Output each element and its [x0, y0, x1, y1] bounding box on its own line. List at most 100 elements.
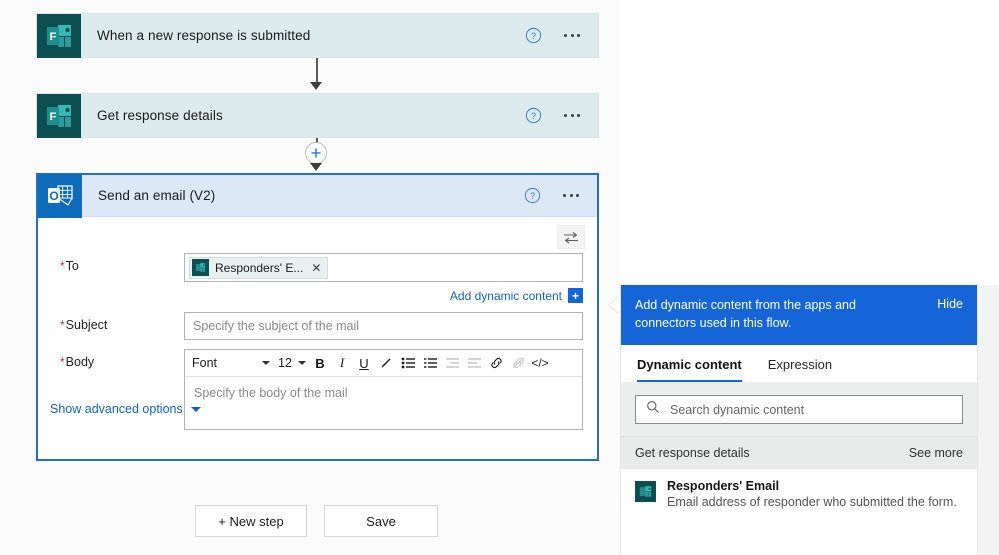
- new-step-button[interactable]: + New step: [195, 505, 307, 537]
- add-dynamic-content-plus-button[interactable]: +: [568, 288, 583, 303]
- card-title: When a new response is submitted: [97, 28, 311, 43]
- send-email-card[interactable]: O Send an email (V2) ? *To Responders' E…: [36, 173, 599, 461]
- svg-text:F: F: [50, 111, 57, 123]
- flow-step-card-get-response-details[interactable]: F Get response details ?: [36, 93, 599, 138]
- to-input[interactable]: Responders' E... ✕: [184, 253, 583, 282]
- search-placeholder: Search dynamic content: [670, 402, 805, 417]
- search-dynamic-content-input[interactable]: Search dynamic content: [635, 395, 963, 425]
- ellipsis-icon[interactable]: [560, 28, 584, 43]
- show-advanced-options-label: Show advanced options: [50, 402, 183, 416]
- close-icon[interactable]: ✕: [309, 261, 321, 275]
- outlook-icon: O: [38, 173, 82, 218]
- link-icon[interactable]: [485, 352, 507, 374]
- send-email-header[interactable]: O Send an email (V2) ?: [38, 173, 597, 218]
- svg-text:?: ?: [531, 111, 536, 121]
- token-label: Responders' E...: [215, 260, 304, 275]
- body-input[interactable]: Specify the body of the mail: [185, 377, 582, 429]
- font-family-value: Font: [192, 356, 218, 370]
- subject-label-text: Subject: [65, 318, 108, 332]
- chevron-down-icon: [190, 406, 201, 412]
- microsoft-forms-icon: [635, 481, 656, 503]
- card-actions: ?: [525, 107, 598, 124]
- italic-button[interactable]: I: [331, 352, 353, 374]
- svg-text:F: F: [50, 31, 57, 43]
- dynamic-content-header-text: Add dynamic content from the apps and co…: [635, 298, 856, 331]
- plus-circle-icon[interactable]: [305, 142, 327, 164]
- card-title: Send an email (V2): [98, 188, 216, 203]
- help-circle-icon[interactable]: ?: [525, 107, 542, 124]
- search-icon: [646, 400, 660, 419]
- card-header: F When a new response is submitted ?: [37, 13, 598, 58]
- list-item-description: Email address of responder who submitted…: [667, 495, 957, 510]
- font-size-dropdown[interactable]: 12: [275, 351, 309, 375]
- help-circle-icon[interactable]: ?: [524, 187, 541, 204]
- dynamic-content-list-item[interactable]: Responders' Email Email address of respo…: [621, 469, 977, 519]
- card-actions: ?: [524, 187, 597, 204]
- numbered-list-icon[interactable]: [419, 352, 441, 374]
- bulleted-list-icon[interactable]: [397, 352, 419, 374]
- svg-text:O: O: [49, 189, 58, 203]
- add-dynamic-content-link[interactable]: Add dynamic content: [450, 289, 562, 303]
- hide-panel-link[interactable]: Hide: [937, 296, 963, 311]
- see-more-link[interactable]: See more: [909, 446, 963, 460]
- save-button[interactable]: Save: [324, 505, 438, 537]
- svg-text:?: ?: [531, 31, 536, 41]
- list-item-title: Responders' Email: [667, 479, 780, 494]
- dynamic-content-header: Add dynamic content from the apps and co…: [621, 285, 977, 346]
- body-field-row: *Body Font 12 B I U </> Specify the body…: [52, 349, 583, 430]
- connector-arrow-1: [310, 82, 322, 90]
- subject-label: *Subject: [52, 312, 184, 332]
- flow-step-card-trigger[interactable]: F When a new response is submitted ?: [36, 13, 599, 58]
- required-marker: *: [60, 259, 65, 273]
- body-label-text: Body: [65, 355, 95, 369]
- rich-text-toolbar: Font 12 B I U </>: [185, 350, 582, 377]
- font-family-dropdown[interactable]: Font: [187, 351, 275, 375]
- microsoft-forms-icon: F: [37, 93, 81, 138]
- chevron-down-icon: [262, 361, 270, 365]
- svg-text:?: ?: [530, 191, 535, 201]
- panel-pointer-caret: [609, 296, 620, 314]
- flow-designer: F When a new response is submitted ? F G…: [0, 0, 999, 555]
- indent-icon[interactable]: [441, 352, 463, 374]
- help-circle-icon[interactable]: ?: [525, 27, 542, 44]
- code-view-button[interactable]: </>: [529, 352, 551, 374]
- dynamic-content-token[interactable]: Responders' E... ✕: [189, 256, 329, 279]
- microsoft-forms-icon: F: [37, 13, 81, 58]
- required-marker: *: [60, 318, 65, 332]
- search-container: Search dynamic content: [621, 383, 977, 437]
- ellipsis-icon[interactable]: [559, 188, 583, 203]
- bold-button[interactable]: B: [309, 352, 331, 374]
- card-header: F Get response details ?: [37, 93, 598, 138]
- to-field-row: *To Responders' E... ✕: [52, 253, 583, 282]
- body-rich-text-editor[interactable]: Font 12 B I U </> Specify the body of th…: [184, 349, 583, 430]
- switch-input-arrows-icon[interactable]: [557, 225, 585, 249]
- outdent-icon[interactable]: [463, 352, 485, 374]
- pen-highlight-icon[interactable]: [375, 352, 397, 374]
- chevron-down-icon: [298, 361, 306, 365]
- required-marker: *: [60, 355, 65, 369]
- to-label-text: To: [65, 259, 79, 273]
- tab-dynamic-content[interactable]: Dynamic content: [637, 357, 742, 383]
- unlink-icon[interactable]: [507, 352, 529, 374]
- subject-input[interactable]: Specify the subject of the mail: [184, 312, 583, 340]
- group-name: Get response details: [635, 446, 750, 461]
- connector-arrow-2: [310, 163, 322, 171]
- to-label: *To: [52, 253, 184, 273]
- microsoft-forms-icon: [192, 259, 209, 276]
- subject-field-row: *Subject Specify the subject of the mail: [52, 312, 583, 340]
- body-label: *Body: [52, 349, 184, 369]
- send-email-body: *To Responders' E... ✕ Add dynamic conte…: [38, 217, 597, 430]
- show-advanced-options-link[interactable]: Show advanced options: [50, 402, 201, 416]
- dynamic-content-panel: Add dynamic content from the apps and co…: [620, 285, 978, 555]
- panel-gutter: [978, 285, 999, 555]
- font-size-value: 12: [278, 356, 292, 370]
- dynamic-content-group-header: Get response details See more: [621, 436, 977, 470]
- add-dynamic-content-row: Add dynamic content +: [52, 288, 583, 303]
- tab-expression[interactable]: Expression: [768, 357, 832, 382]
- dynamic-content-tabs: Dynamic content Expression: [621, 345, 977, 384]
- card-actions: ?: [525, 27, 598, 44]
- card-title: Get response details: [97, 108, 223, 123]
- ellipsis-icon[interactable]: [560, 108, 584, 123]
- connector-line-1: [316, 58, 318, 84]
- underline-button[interactable]: U: [353, 352, 375, 374]
